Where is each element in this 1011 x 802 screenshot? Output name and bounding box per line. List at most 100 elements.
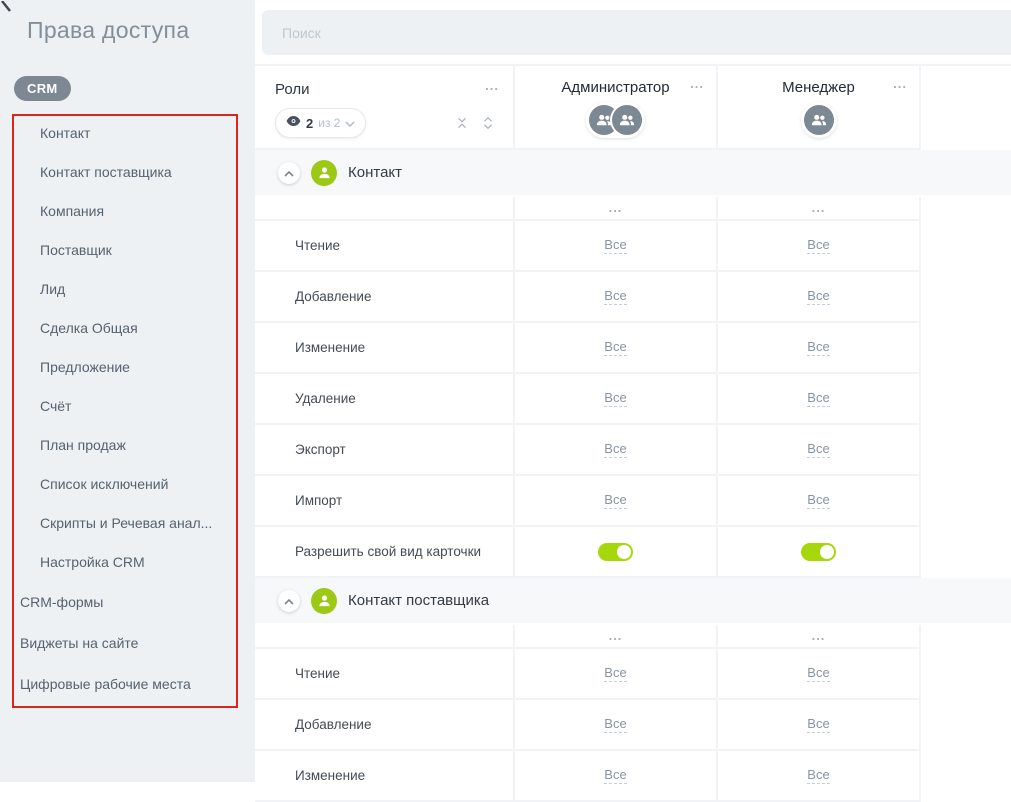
roles-total-count: из 2	[318, 116, 340, 130]
row-spacer	[921, 272, 1011, 323]
permission-row-label: Удаление	[255, 374, 515, 425]
sidebar-item-crm-11[interactable]: Настройка CRM	[0, 543, 255, 582]
row-spacer	[921, 527, 1011, 578]
sidebar-item-crm-7[interactable]: Счёт	[0, 387, 255, 426]
roles-header-icons	[455, 116, 499, 130]
permission-value-link[interactable]: Все	[807, 716, 829, 733]
mini-row-label-spacer	[255, 197, 515, 221]
sidebar-item-root-0[interactable]: CRM-формы	[0, 582, 255, 623]
permission-value-cell: Все	[515, 221, 718, 272]
permission-value-link[interactable]: Все	[604, 339, 626, 356]
permission-value-link[interactable]: Все	[807, 288, 829, 305]
permission-value-cell: Все	[515, 649, 718, 700]
cell-menu-trigger[interactable]: ...	[515, 625, 718, 649]
role-column-header-1: Менеджер...	[718, 66, 921, 150]
expand-all-icon[interactable]	[481, 116, 495, 130]
permission-value-cell	[718, 527, 921, 578]
sidebar-item-root-2[interactable]: Цифровые рабочие места	[0, 664, 255, 705]
permission-value-link[interactable]: Все	[604, 237, 626, 254]
roles-menu-icon[interactable]: ...	[485, 81, 499, 91]
permission-value-link[interactable]: Все	[604, 716, 626, 733]
mini-row-spacer	[921, 197, 1011, 221]
eye-icon	[286, 114, 301, 132]
chevron-up-icon	[284, 592, 294, 610]
collapse-all-icon[interactable]	[455, 116, 469, 130]
permission-toggle-on[interactable]	[598, 543, 633, 561]
group-avatar-icon	[612, 105, 642, 135]
sidebar-item-crm-9[interactable]: Список исключений	[0, 465, 255, 504]
cell-menu-trigger[interactable]: ...	[515, 197, 718, 221]
sidebar-item-root-1[interactable]: Виджеты на сайте	[0, 623, 255, 664]
chevron-down-icon	[345, 114, 355, 132]
sidebar-item-crm-10[interactable]: Скрипты и Речевая анал...	[0, 504, 255, 543]
permission-value-cell	[515, 527, 718, 578]
sidebar-item-crm-1[interactable]: Контакт поставщика	[0, 153, 255, 192]
permission-value-link[interactable]: Все	[604, 492, 626, 509]
permission-value-link[interactable]: Все	[807, 665, 829, 682]
mini-row-label-spacer	[255, 625, 515, 649]
permission-value-link[interactable]: Все	[807, 339, 829, 356]
permission-value-link[interactable]: Все	[604, 390, 626, 407]
permission-value-cell: Все	[718, 272, 921, 323]
roles-filter-chip[interactable]: 2 из 2	[275, 108, 366, 138]
permission-value-link[interactable]: Все	[604, 665, 626, 682]
permission-row-label: Чтение	[255, 649, 515, 700]
permission-value-link[interactable]: Все	[604, 288, 626, 305]
permission-row-label: Импорт	[255, 476, 515, 527]
permission-value-link[interactable]: Все	[604, 767, 626, 784]
section-collapse-button[interactable]	[278, 590, 300, 612]
permission-value-cell: Все	[718, 221, 921, 272]
entity-icon	[311, 160, 337, 186]
role-members-avatars[interactable]	[801, 102, 837, 138]
permission-value-link[interactable]: Все	[807, 767, 829, 784]
main-panel: Роли...2из 2Администратор...Менеджер...К…	[255, 0, 1011, 782]
sidebar-item-crm-0[interactable]: Контакт	[0, 114, 255, 153]
role-column-header-0: Администратор...	[515, 66, 718, 150]
permission-value-cell: Все	[718, 374, 921, 425]
sidebar-item-crm-6[interactable]: Предложение	[0, 348, 255, 387]
sidebar-item-crm-3[interactable]: Поставщик	[0, 231, 255, 270]
permission-toggle-on[interactable]	[801, 543, 836, 561]
entity-icon	[311, 588, 337, 614]
roles-header-top: Роли...	[275, 81, 499, 98]
section-collapse-button[interactable]	[278, 162, 300, 184]
role-members-avatars[interactable]	[586, 102, 645, 138]
permission-value-cell: Все	[718, 425, 921, 476]
permissions-table: Роли...2из 2Администратор...Менеджер...К…	[255, 64, 1011, 802]
permission-value-link[interactable]: Все	[807, 492, 829, 509]
permission-row-label: Добавление	[255, 700, 515, 751]
permission-value-cell: Все	[718, 700, 921, 751]
roles-visible-count: 2	[306, 116, 313, 131]
page-title: Права доступа	[27, 17, 189, 44]
row-spacer	[921, 649, 1011, 700]
permission-value-cell: Все	[718, 476, 921, 527]
role-column-menu-icon[interactable]: ...	[893, 79, 907, 89]
permission-value-cell: Все	[515, 476, 718, 527]
cell-menu-trigger[interactable]: ...	[718, 197, 921, 221]
sidebar-item-crm-4[interactable]: Лид	[0, 270, 255, 309]
role-column-title: Администратор	[561, 79, 669, 96]
permission-value-cell: Все	[515, 272, 718, 323]
permission-value-cell: Все	[515, 751, 718, 802]
section-header-1: Контакт поставщика	[255, 578, 1011, 625]
row-spacer	[921, 323, 1011, 374]
permission-value-cell: Все	[515, 374, 718, 425]
permission-value-link[interactable]: Все	[604, 441, 626, 458]
role-column-menu-icon[interactable]: ...	[690, 79, 704, 89]
header-spacer	[921, 66, 1011, 150]
roles-header-cell: Роли... 2 из 2	[255, 66, 515, 150]
sidebar-item-crm-2[interactable]: Компания	[0, 192, 255, 231]
permission-value-link[interactable]: Все	[807, 390, 829, 407]
cell-menu-trigger[interactable]: ...	[718, 625, 921, 649]
crm-section-badge[interactable]: CRM	[14, 76, 71, 101]
row-spacer	[921, 221, 1011, 272]
search-input[interactable]	[262, 10, 1011, 55]
permission-value-link[interactable]: Все	[807, 441, 829, 458]
permission-row-label: Разрешить свой вид карточки	[255, 527, 515, 578]
permission-value-link[interactable]: Все	[807, 237, 829, 254]
row-spacer	[921, 751, 1011, 802]
ellipsis-icon: ...	[812, 631, 826, 641]
sidebar-item-crm-8[interactable]: План продаж	[0, 426, 255, 465]
permission-value-cell: Все	[515, 425, 718, 476]
sidebar-item-crm-5[interactable]: Сделка Общая	[0, 309, 255, 348]
